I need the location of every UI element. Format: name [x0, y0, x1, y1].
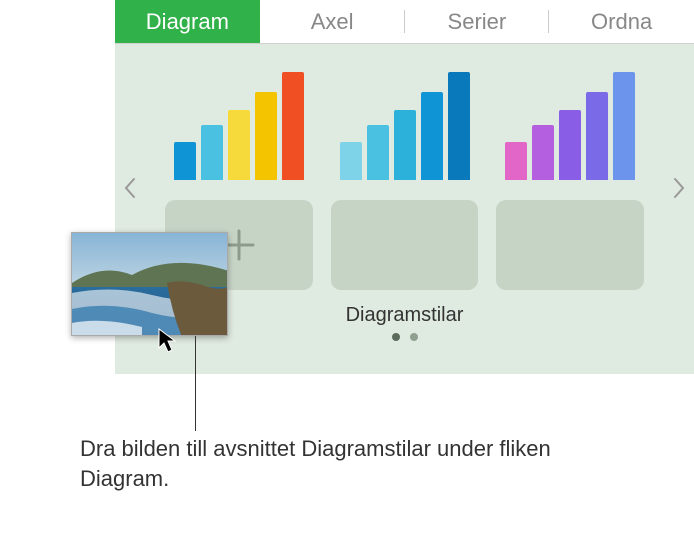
cursor-icon [158, 328, 180, 359]
tab-ordna[interactable]: Ordna [549, 0, 694, 43]
tab-axel[interactable]: Axel [260, 0, 405, 43]
dragged-image-thumbnail[interactable] [71, 232, 228, 336]
bar [394, 110, 416, 180]
bar [228, 110, 250, 180]
bar [282, 72, 304, 180]
style-nav-prev[interactable] [120, 174, 140, 206]
bar [586, 92, 608, 180]
tab-serier[interactable]: Serier [405, 0, 550, 43]
bar [613, 72, 635, 180]
callout-line [195, 336, 196, 431]
style-slot-empty[interactable] [496, 200, 644, 290]
style-nav-next[interactable] [669, 174, 689, 206]
style-slots-row [165, 200, 644, 290]
bar [174, 142, 196, 180]
chart-style-2[interactable] [331, 72, 479, 180]
bar [559, 110, 581, 180]
instruction-caption: Dra bilden till avsnittet Diagramstilar … [80, 434, 600, 493]
tab-diagram[interactable]: Diagram [115, 0, 260, 43]
page-dot-2[interactable] [410, 333, 418, 341]
bar [340, 142, 362, 180]
bar [255, 92, 277, 180]
bar [505, 142, 527, 180]
bar [201, 125, 223, 180]
chart-style-3[interactable] [496, 72, 644, 180]
bar [421, 92, 443, 180]
page-dot-1[interactable] [392, 333, 400, 341]
bar [367, 125, 389, 180]
bar [448, 72, 470, 180]
bar [532, 125, 554, 180]
style-previews-row [165, 72, 644, 180]
chart-style-1[interactable] [165, 72, 313, 180]
style-slot-empty[interactable] [331, 200, 479, 290]
tab-bar: Diagram Axel Serier Ordna [115, 0, 694, 44]
